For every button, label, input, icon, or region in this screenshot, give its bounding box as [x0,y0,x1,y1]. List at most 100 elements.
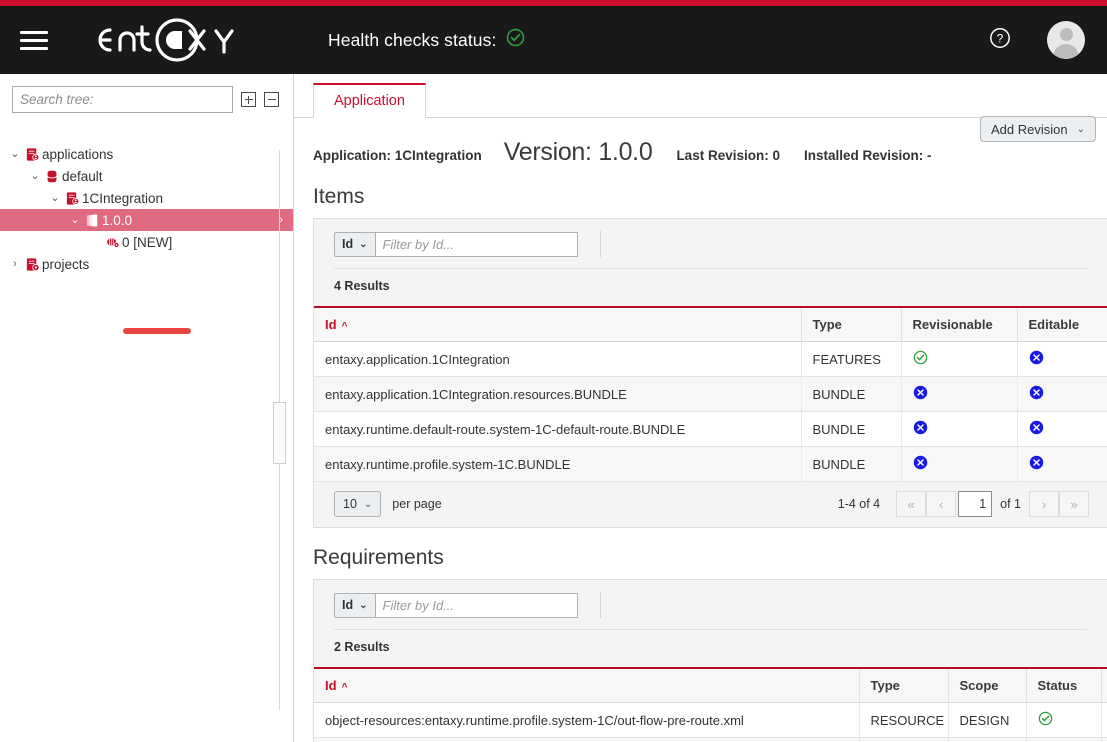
x-circle-blue-icon [1017,447,1107,482]
x-circle-blue-icon [901,412,1017,447]
user-avatar-icon[interactable] [1047,21,1085,59]
x-circle-blue-icon [1017,342,1107,377]
expand-all-icon[interactable] [241,92,256,107]
version-stack-icon [82,213,102,228]
items-first-page-button[interactable]: « [896,491,926,517]
tree-node-1-0-0[interactable]: ⌄1.0.0› [0,209,293,231]
items-results-count: 4 Results [314,269,1107,306]
table-row[interactable]: entaxy.application.1CIntegrationFEATURES [314,342,1107,377]
items-prev-page-button[interactable]: ‹ [926,491,956,517]
main.items-cell-type: FEATURES [801,342,901,377]
items-page-input[interactable] [958,491,992,517]
search-tree-input[interactable] [12,86,233,113]
requirements-column-type[interactable]: Type [859,668,948,703]
items-per-page-label: per page [392,497,441,511]
requirements-column-id-label: Id [325,678,337,693]
requirements-column-status[interactable]: Status [1026,668,1101,703]
help-circle-icon[interactable]: ? [989,27,1011,54]
main-content: Application Application: 1CIntegration V… [294,74,1107,742]
table-row[interactable]: object-resources:entaxy.runtime.profile.… [314,703,1107,738]
check-circle-green-icon [506,28,525,52]
items-next-page-button[interactable]: › [1029,491,1059,517]
items-filter-input[interactable] [376,232,578,257]
requirements-filter-field-label: Id [342,598,353,612]
new-revision-highlight-bar [123,328,191,334]
requirements-filter-input[interactable] [376,593,578,618]
tree-node-projects[interactable]: ›projects [0,253,293,275]
application-name-label: Application: 1CIntegration [313,148,482,163]
requirements-panel: Id ⌄ 2 Results I [313,579,1107,742]
installed-revision-label: Installed Revision: - [804,148,932,163]
main.items-cell-type: BUNDLE [801,447,901,482]
requirements-column-spacer [1101,668,1107,703]
health-checks-label: Health checks status: [328,30,496,51]
main.items-cell-type: BUNDLE [801,412,901,447]
items-range-label: 1-4 of 4 [838,497,880,511]
items-column-id-label: Id [325,317,337,332]
items-panel: Id ⌄ 4 Results I [313,218,1107,528]
chevron-down-icon[interactable]: ⌄ [28,171,42,182]
items-column-editable[interactable]: Editable [1017,307,1107,342]
items-per-page-value: 10 [343,497,357,511]
collapse-all-icon[interactable] [264,92,279,107]
chevron-down-icon[interactable]: ⌄ [48,193,62,204]
check-circle-green-icon [1026,738,1101,742]
tree-node-1cintegration[interactable]: ⌄ 1CIntegration [0,187,293,209]
resource-tree: ⌄applications⌄default⌄1CIntegration⌄1.0.… [0,143,293,275]
entaxy-logo[interactable] [70,17,266,63]
add-revision-button[interactable]: Add Revision ⌄ [980,116,1096,142]
health-checks-status: Health checks status: [328,28,525,52]
items-pager-nav: 1-4 of 4 « ‹ of 1 › » [838,491,1107,517]
sort-asc-icon: ^ [342,321,348,332]
main.requirements-cell-scope: DESIGN [948,738,1026,742]
requirements-filter-field-select[interactable]: Id ⌄ [334,593,376,618]
items-table: Id ^ Type Revisionable Editable entaxy.ap… [314,306,1107,482]
projects-folder-icon [22,257,42,272]
main.requirements-cell-id: object-resources:entaxy.runtime.profile.… [314,703,859,738]
header-actions: ? [989,21,1085,59]
table-row[interactable]: entaxy.application.1CIntegration.resourc… [314,377,1107,412]
requirements-filter-divider [600,592,601,618]
items-column-type[interactable]: Type [801,307,901,342]
tree-node-label: 0 [NEW] [122,235,172,250]
chevron-down-icon: ⌄ [359,239,367,250]
chevron-down-icon: ⌄ [1077,124,1085,135]
table-row[interactable]: object-resources:entaxy.runtime.profile.… [314,738,1107,742]
items-last-page-button[interactable]: » [1059,491,1089,517]
hamburger-menu-icon[interactable] [14,23,54,57]
main.requirements-cell-type: RESOURCE [859,703,948,738]
tree-node-applications[interactable]: ⌄applications [0,143,293,165]
main.requirements-cell-type: RESOURCE [859,738,948,742]
tree-node-default[interactable]: ⌄ default [0,165,293,187]
chevron-right-icon[interactable]: › [8,259,22,270]
version-summary-bar: Application: 1CIntegration Version: 1.0.… [294,118,1107,167]
tab-application[interactable]: Application [313,83,426,118]
chevron-down-icon[interactable]: ⌄ [68,215,82,226]
items-filter-field-select[interactable]: Id ⌄ [334,232,376,257]
requirements-column-scope[interactable]: Scope [948,668,1026,703]
x-circle-blue-icon [901,447,1017,482]
body-container: ⌄applications⌄default⌄1CIntegration⌄1.0.… [0,74,1107,742]
tree-node-label: 1CIntegration [82,191,163,206]
main.items-cell-type: BUNDLE [801,377,901,412]
items-per-page-select[interactable]: 10 ⌄ [334,491,381,517]
sort-asc-icon: ^ [342,682,348,693]
items-total-pages-label: of 1 [1000,497,1021,511]
tree-node-label: default [62,169,103,184]
main.requirements-cell-spacer [1101,703,1107,738]
main.requirements-cell-scope: DESIGN [948,703,1026,738]
chevron-down-icon[interactable]: ⌄ [8,149,22,160]
requirements-results-count: 2 Results [314,630,1107,667]
table-row[interactable]: entaxy.runtime.default-route.system-1C-d… [314,412,1107,447]
items-section-title: Items [294,167,1107,218]
items-column-revisionable[interactable]: Revisionable [901,307,1017,342]
x-circle-blue-icon [1017,377,1107,412]
tree-node-0-new[interactable]: 0 [NEW] [0,231,293,253]
requirements-column-id[interactable]: Id ^ [314,668,859,703]
sidebar-scrollbar-thumb[interactable] [273,402,286,464]
items-column-id[interactable]: Id ^ [314,307,801,342]
table-row[interactable]: entaxy.runtime.profile.system-1C.BUNDLEB… [314,447,1107,482]
database-icon [42,169,62,184]
application-folder-icon [62,191,82,206]
tree-sidebar: ⌄applications⌄default⌄1CIntegration⌄1.0.… [0,74,294,742]
